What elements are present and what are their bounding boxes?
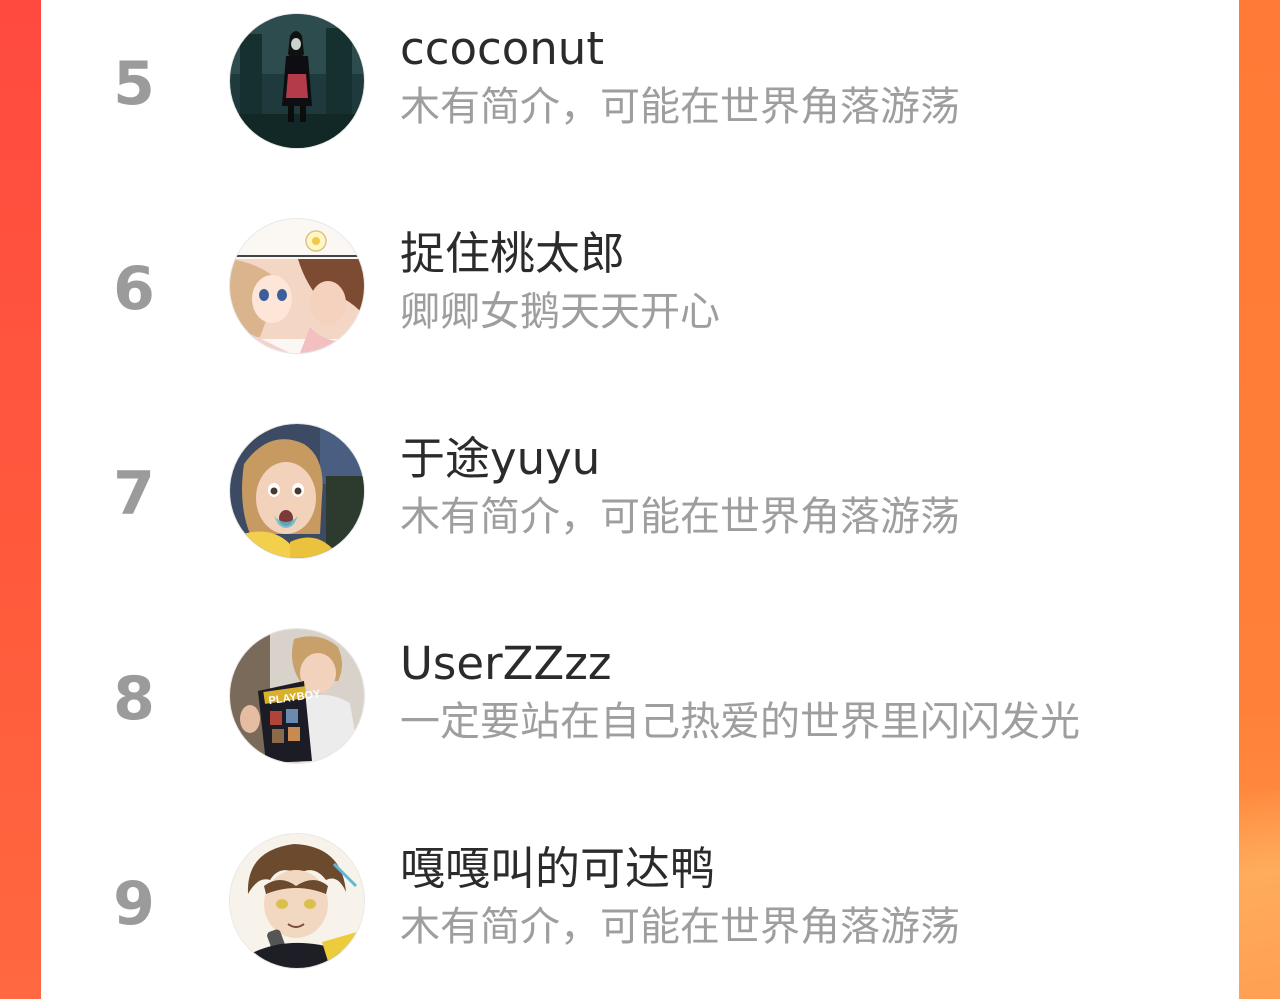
user-bio: 木有简介，可能在世界角落游荡 [400,904,960,950]
user-avatar[interactable] [230,424,364,558]
rank-number: 7 [113,459,155,529]
user-name[interactable]: 于途yuyu [400,436,600,481]
rank-number: 6 [113,254,155,324]
leaderboard-row[interactable]: 8 PLAYBOY UserZZzz 一定要站在自己热爱的世界里闪闪发光 [41,615,1239,785]
leaderboard-row[interactable]: 5 ccoconut 木有简介，可能在世界角落游荡 [41,0,1239,170]
user-bio: 木有简介，可能在世界角落游荡 [400,84,960,130]
frame-highlight [1239,790,1280,999]
user-bio: 木有简介，可能在世界角落游荡 [400,494,960,540]
user-bio: 卿卿女鹅天天开心 [400,289,720,335]
leaderboard-card: 5 ccoconut 木有简介，可能在世界角落游荡 6 捉住桃太郎 卿卿女鹅天天… [41,0,1239,999]
rank-number: 9 [113,869,155,939]
user-name[interactable]: UserZZzz [400,641,611,686]
rank-number: 8 [113,664,155,734]
avatar-anime-couple [230,219,364,353]
avatar-surprised-child [230,424,364,558]
rank-number: 5 [113,49,155,119]
avatar-boy-reading-magazine: PLAYBOY [230,629,364,763]
user-avatar[interactable]: PLAYBOY [230,629,364,763]
user-avatar[interactable] [230,14,364,148]
user-bio: 一定要站在自己热爱的世界里闪闪发光 [400,699,1080,745]
user-name[interactable]: ccoconut [400,26,604,71]
left-frame-border [0,0,41,999]
leaderboard-row[interactable]: 9 嘎嘎叫的可达鸭 木有简介，可能在世界角落游荡 [41,820,1239,990]
leaderboard-row[interactable]: 7 于途yuyu 木有简介，可能在世界角落游荡 [41,410,1239,580]
avatar-dark-scene [230,14,364,148]
right-frame-border [1239,0,1280,999]
user-name[interactable]: 捉住桃太郎 [400,231,625,276]
avatar-anime-boy [230,834,364,968]
user-avatar[interactable] [230,834,364,968]
user-name[interactable]: 嘎嘎叫的可达鸭 [400,846,715,891]
user-avatar[interactable] [230,219,364,353]
leaderboard-row[interactable]: 6 捉住桃太郎 卿卿女鹅天天开心 [41,205,1239,375]
